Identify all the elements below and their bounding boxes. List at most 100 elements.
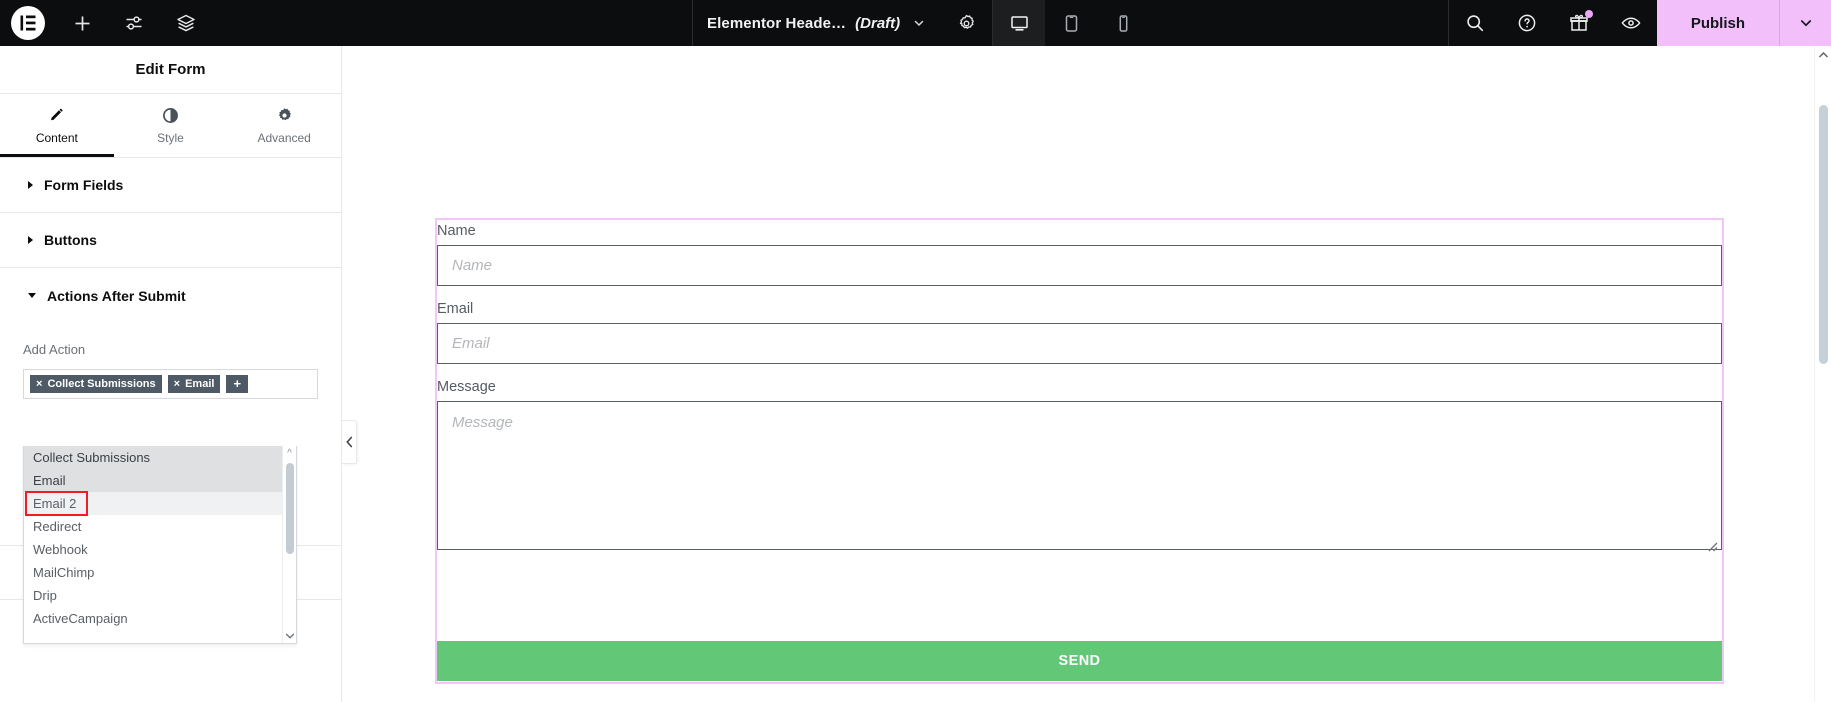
name-input[interactable] [437, 245, 1722, 286]
dropdown-option-activecampaign[interactable]: ActiveCampaign [24, 607, 282, 630]
elementor-logo-button[interactable] [0, 0, 56, 46]
finder-search-button[interactable] [1449, 0, 1501, 46]
send-button[interactable]: SEND [437, 641, 1722, 681]
document-title-group[interactable]: Elementor Heade… (Draft) [693, 0, 940, 46]
add-action-dropdown[interactable]: Collect Submissions Email Email 2 Redire… [23, 446, 297, 644]
top-bar: Elementor Heade… (Draft) Publish [0, 0, 1831, 46]
whats-new-button[interactable] [1553, 0, 1605, 46]
action-tag-collect-submissions[interactable]: × Collect Submissions [30, 375, 162, 393]
contrast-circle-icon [162, 107, 179, 124]
tab-advanced[interactable]: Advanced [227, 94, 341, 157]
chevron-down-icon[interactable] [912, 16, 926, 30]
search-icon [1465, 13, 1485, 33]
dropdown-scrollbar[interactable]: ^ [282, 446, 296, 643]
message-textarea[interactable] [437, 401, 1722, 550]
help-button[interactable] [1501, 0, 1553, 46]
add-action-plus-button[interactable]: + [226, 375, 249, 393]
canvas-vertical-scrollbar[interactable] [1814, 46, 1831, 702]
gear-icon [276, 107, 293, 124]
device-desktop-button[interactable] [993, 0, 1046, 46]
dropdown-option-email-2[interactable]: Email 2 [24, 491, 282, 516]
dropdown-option-collect-submissions[interactable]: Collect Submissions [24, 446, 282, 469]
close-icon[interactable]: × [174, 378, 180, 390]
dropdown-option-label: Email [33, 473, 66, 488]
dropdown-option-list: Collect Submissions Email Email 2 Redire… [24, 446, 282, 643]
section-form-fields-label: Form Fields [44, 177, 124, 193]
form-field-group-message: Message [437, 378, 1722, 555]
tab-content[interactable]: Content [0, 94, 114, 157]
field-label-name: Name [437, 223, 476, 239]
panel-title: Edit Form [0, 46, 341, 94]
form-field-group-name: Name [437, 222, 1722, 286]
elementor-logo-icon [11, 6, 45, 40]
tab-content-label: Content [35, 130, 78, 145]
publish-button[interactable]: Publish [1656, 0, 1779, 46]
site-settings-button[interactable] [108, 0, 160, 46]
dropdown-scroll-thumb[interactable] [286, 463, 294, 554]
preview-changes-button[interactable] [1605, 0, 1657, 46]
dropdown-option-partial[interactable] [24, 630, 282, 643]
dropdown-option-drip[interactable]: Drip [24, 584, 282, 607]
mobile-icon [1113, 13, 1134, 34]
dropdown-option-webhook[interactable]: Webhook [24, 538, 282, 561]
device-mobile-button[interactable] [1097, 0, 1149, 46]
page-title: Elementor Heade… [707, 14, 847, 32]
form-field-group-email: Email [437, 300, 1722, 364]
dropdown-option-mailchimp[interactable]: MailChimp [24, 561, 282, 584]
add-action-control: Add Action × Collect Submissions × Email… [0, 323, 341, 399]
add-action-label: Add Action [23, 342, 86, 357]
close-icon[interactable]: × [36, 378, 42, 390]
dropdown-option-email[interactable]: Email [24, 469, 282, 492]
dropdown-option-label: ActiveCampaign [33, 611, 128, 626]
eye-icon [1620, 12, 1642, 34]
section-actions-after-submit[interactable]: Actions After Submit [0, 268, 341, 323]
panel-collapse-toggle[interactable] [342, 420, 357, 464]
panel-tabs: Content Style Advanced [0, 94, 341, 158]
tablet-icon [1061, 13, 1082, 34]
field-label-email: Email [437, 301, 474, 317]
plus-icon [73, 14, 92, 33]
chevron-right-icon [28, 236, 33, 244]
sliders-icon [124, 13, 144, 33]
action-tag-label: Email [185, 378, 215, 390]
layers-icon [176, 13, 196, 33]
dropdown-option-email-2-highlight[interactable]: Email 2 [25, 491, 88, 516]
chevron-up-icon[interactable] [1815, 46, 1831, 63]
document-status: (Draft) [855, 14, 901, 32]
section-actions-after-submit-label: Actions After Submit [47, 287, 186, 304]
dropdown-option-label: Webhook [33, 542, 88, 557]
dropdown-option-redirect[interactable]: Redirect [24, 515, 282, 538]
add-action-tag-input[interactable]: × Collect Submissions × Email + [23, 369, 318, 399]
field-label-message: Message [437, 379, 496, 395]
email-input[interactable] [437, 323, 1722, 364]
dropdown-option-label: Email 2 [33, 496, 77, 511]
device-preview-group [993, 0, 1149, 46]
document-settings-button[interactable] [940, 0, 992, 46]
tab-style-label: Style [157, 130, 184, 145]
tab-style[interactable]: Style [114, 94, 228, 157]
chevron-right-icon [28, 181, 33, 189]
canvas-scroll-thumb[interactable] [1819, 105, 1828, 364]
chevron-up-icon[interactable]: ^ [283, 446, 296, 460]
add-element-button[interactable] [56, 0, 108, 46]
preview-canvas: Name Email Message SEND [343, 46, 1831, 702]
notification-dot [1584, 10, 1593, 18]
dropdown-option-label: Collect Submissions [33, 450, 151, 465]
chevron-down-icon [1798, 15, 1814, 31]
gear-icon [957, 14, 976, 33]
dropdown-option-label: Redirect [33, 519, 82, 534]
pencil-icon [48, 107, 65, 124]
editor-panel: Edit Form Content Style Advanced Form Fi… [0, 46, 342, 702]
section-buttons[interactable]: Buttons [0, 213, 341, 268]
action-tag-email[interactable]: × Email [167, 375, 221, 393]
chevron-down-icon [28, 293, 36, 298]
chevron-down-icon[interactable] [283, 629, 296, 643]
action-tag-label: Collect Submissions [47, 378, 156, 390]
dropdown-option-label: MailChimp [33, 565, 95, 580]
navigator-button[interactable] [160, 0, 212, 46]
desktop-icon [1009, 13, 1030, 34]
section-form-fields[interactable]: Form Fields [0, 158, 341, 213]
section-buttons-label: Buttons [44, 232, 97, 248]
publish-options-button[interactable] [1779, 0, 1831, 46]
device-tablet-button[interactable] [1045, 0, 1097, 46]
